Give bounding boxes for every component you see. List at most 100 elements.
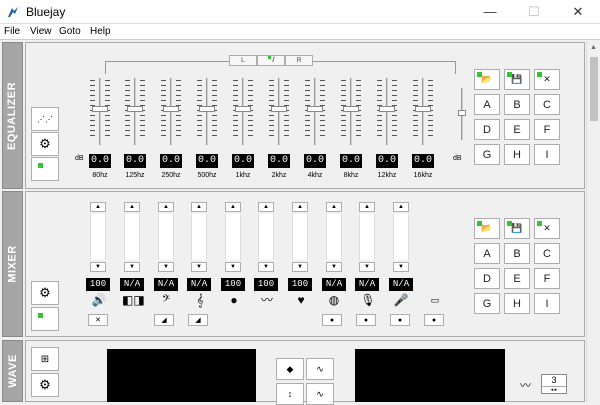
mixer-preset-5[interactable]: F bbox=[534, 268, 560, 289]
channel-link-button[interactable]: / bbox=[257, 55, 285, 66]
mixer-down-button[interactable]: ▼ bbox=[191, 262, 207, 272]
equalizer-preset-5[interactable]: F bbox=[534, 119, 560, 140]
mixer-down-button[interactable]: ▼ bbox=[90, 262, 106, 272]
mixer-delete-preset-button[interactable]: ✕ bbox=[534, 218, 560, 239]
slider-thumb[interactable] bbox=[127, 106, 143, 112]
wave-add-button[interactable]: ⊞ bbox=[31, 347, 59, 371]
eq-slider-4[interactable] bbox=[197, 78, 217, 145]
mixer-ramp-button-1[interactable]: ◢ bbox=[154, 314, 174, 326]
mixer-up-button[interactable]: ▲ bbox=[124, 202, 140, 212]
equalizer-preset-0[interactable]: A bbox=[474, 94, 500, 115]
eq-settings-button[interactable]: ⚙ bbox=[31, 132, 59, 156]
mixer-up-button[interactable]: ▲ bbox=[158, 202, 174, 212]
mixer-preset-3[interactable]: D bbox=[474, 268, 500, 289]
eq-slider-8[interactable] bbox=[341, 78, 361, 145]
mixer-track[interactable] bbox=[225, 214, 241, 260]
mixer-preset-6[interactable]: G bbox=[474, 293, 500, 314]
slider-thumb[interactable] bbox=[415, 106, 431, 112]
minimize-button[interactable]: — bbox=[468, 0, 512, 24]
menu-goto[interactable]: Goto bbox=[59, 26, 81, 37]
equalizer-preset-8[interactable]: I bbox=[534, 144, 560, 165]
mixer-track[interactable] bbox=[393, 214, 409, 260]
mixer-ramp-button-2[interactable]: ◢ bbox=[188, 314, 208, 326]
slider-thumb[interactable] bbox=[307, 106, 323, 112]
slider-thumb[interactable] bbox=[271, 106, 287, 112]
mixer-down-button[interactable]: ▼ bbox=[258, 262, 274, 272]
mixer-up-button[interactable]: ▲ bbox=[393, 202, 409, 212]
menu-file[interactable]: File bbox=[4, 26, 20, 37]
maximize-button[interactable]: ☐ bbox=[512, 0, 556, 24]
mixer-preset-8[interactable]: I bbox=[534, 293, 560, 314]
mixer-down-button[interactable]: ▼ bbox=[158, 262, 174, 272]
mixer-up-button[interactable]: ▲ bbox=[191, 202, 207, 212]
wave-shape-button-1[interactable]: ◆ bbox=[276, 358, 304, 380]
stepper-arrows[interactable]: ◂ ▸ bbox=[542, 386, 566, 393]
mixer-track[interactable] bbox=[191, 214, 207, 260]
eq-master-slider[interactable] bbox=[458, 88, 466, 140]
slider-thumb[interactable] bbox=[92, 106, 108, 112]
mixer-track[interactable] bbox=[359, 214, 375, 260]
mixer-down-button[interactable]: ▼ bbox=[124, 262, 140, 272]
mixer-track[interactable] bbox=[90, 214, 106, 260]
vertical-scrollbar[interactable]: ▲ bbox=[586, 41, 600, 402]
mixer-track[interactable] bbox=[258, 214, 274, 260]
slider-thumb[interactable] bbox=[379, 106, 395, 112]
wave-count-stepper[interactable]: 3 ◂ ▸ bbox=[541, 374, 567, 394]
mixer-preset-0[interactable]: A bbox=[474, 243, 500, 264]
mixer-mute-button[interactable]: ✕ bbox=[88, 314, 108, 326]
eq-slider-1[interactable] bbox=[90, 78, 110, 145]
mixer-save-preset-button[interactable]: 💾 bbox=[504, 218, 530, 239]
mixer-dot-button-1[interactable]: ● bbox=[322, 314, 342, 326]
channel-left-button[interactable]: L bbox=[229, 55, 257, 66]
mixer-preset-2[interactable]: C bbox=[534, 243, 560, 264]
slider-thumb[interactable] bbox=[235, 106, 251, 112]
mixer-track[interactable] bbox=[158, 214, 174, 260]
mixer-dot-button-3[interactable]: ● bbox=[390, 314, 410, 326]
mixer-up-button[interactable]: ▲ bbox=[292, 202, 308, 212]
slider-thumb[interactable] bbox=[343, 106, 359, 112]
slider-thumb[interactable] bbox=[163, 106, 179, 112]
mixer-track[interactable] bbox=[292, 214, 308, 260]
menu-help[interactable]: Help bbox=[90, 26, 111, 37]
equalizer-preset-1[interactable]: B bbox=[504, 94, 530, 115]
mixer-preset-4[interactable]: E bbox=[504, 268, 530, 289]
mixer-open-preset-button[interactable]: 📂 bbox=[474, 218, 500, 239]
mixer-down-button[interactable]: ▼ bbox=[292, 262, 308, 272]
mixer-up-button[interactable]: ▲ bbox=[90, 202, 106, 212]
equalizer-preset-3[interactable]: D bbox=[474, 119, 500, 140]
mixer-dot-button-2[interactable]: ● bbox=[356, 314, 376, 326]
mixer-preset-1[interactable]: B bbox=[504, 243, 530, 264]
equalizer-open-preset-button[interactable]: 📂 bbox=[474, 69, 500, 90]
mixer-preset-7[interactable]: H bbox=[504, 293, 530, 314]
equalizer-preset-6[interactable]: G bbox=[474, 144, 500, 165]
mixer-track[interactable] bbox=[326, 214, 342, 260]
mixer-flag-button[interactable] bbox=[31, 307, 59, 331]
eq-slider-7[interactable] bbox=[305, 78, 325, 145]
mixer-up-button[interactable]: ▲ bbox=[225, 202, 241, 212]
eq-slider-5[interactable] bbox=[233, 78, 253, 145]
equalizer-save-preset-button[interactable]: 💾 bbox=[504, 69, 530, 90]
mixer-down-button[interactable]: ▼ bbox=[393, 262, 409, 272]
slider-thumb[interactable] bbox=[199, 106, 215, 112]
eq-flag-button[interactable] bbox=[31, 157, 59, 181]
wave-settings-button[interactable]: ⚙ bbox=[31, 373, 59, 397]
channel-right-button[interactable]: R bbox=[285, 55, 313, 66]
close-button[interactable]: ✕ bbox=[556, 0, 600, 24]
eq-slider-2[interactable] bbox=[125, 78, 145, 145]
menu-view[interactable]: View bbox=[30, 26, 52, 37]
mixer-settings-button[interactable]: ⚙ bbox=[31, 281, 59, 305]
mixer-up-button[interactable]: ▲ bbox=[326, 202, 342, 212]
equalizer-preset-4[interactable]: E bbox=[504, 119, 530, 140]
mixer-down-button[interactable]: ▼ bbox=[359, 262, 375, 272]
eq-slider-9[interactable] bbox=[377, 78, 397, 145]
mixer-track[interactable] bbox=[124, 214, 140, 260]
eq-slider-3[interactable] bbox=[161, 78, 181, 145]
scrollbar-thumb[interactable] bbox=[590, 57, 598, 121]
equalizer-preset-7[interactable]: H bbox=[504, 144, 530, 165]
equalizer-delete-preset-button[interactable]: ✕ bbox=[534, 69, 560, 90]
eq-slider-10[interactable] bbox=[413, 78, 433, 145]
mixer-down-button[interactable]: ▼ bbox=[326, 262, 342, 272]
eq-slider-6[interactable] bbox=[269, 78, 289, 145]
mixer-down-button[interactable]: ▼ bbox=[225, 262, 241, 272]
scroll-up-arrow[interactable]: ▲ bbox=[587, 41, 600, 55]
